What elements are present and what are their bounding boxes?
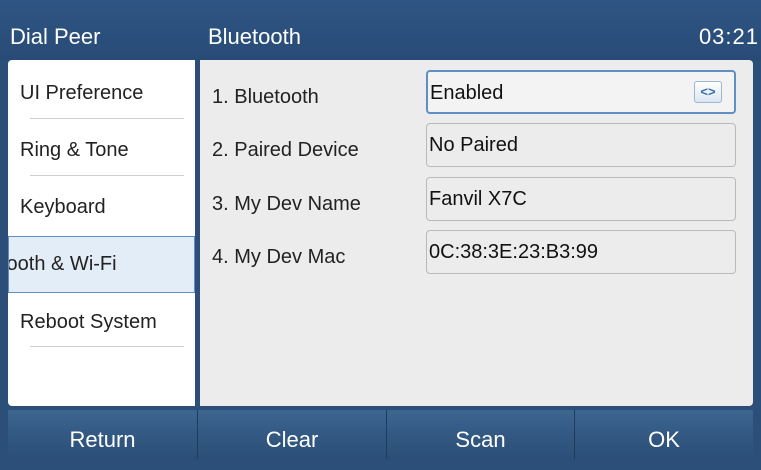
sidebar-item-label: Ring & Tone (20, 139, 129, 161)
my-dev-name-label: 3. My Dev Name (212, 193, 361, 215)
return-button[interactable]: Return (8, 410, 197, 459)
my-dev-name-value: Fanvil X7C (429, 188, 527, 210)
clock: 03:21 (698, 24, 759, 49)
bluetooth-selector[interactable]: Enabled <> (426, 70, 736, 114)
bluetooth-value: Enabled (430, 82, 504, 104)
sidebar-item-keyboard[interactable]: Keyboard (8, 180, 195, 236)
sidebar-item-label: Reboot System (20, 311, 157, 333)
my-dev-mac-value: 0C:38:3E:23:B3:99 (429, 241, 599, 263)
sidebar-item-ring-tone[interactable]: Ring & Tone (8, 123, 195, 179)
scan-button[interactable]: Scan (386, 410, 574, 459)
title-bar: Dial Peer Bluetooth 03:21 (0, 0, 761, 60)
sidebar-item-label: tooth & Wi-Fi (8, 253, 117, 275)
sidebar-item-label: Keyboard (20, 196, 106, 218)
sidebar-item-bluetooth-wifi[interactable]: tooth & Wi-Fi (8, 236, 195, 293)
previous-menu-title: Dial Peer (10, 24, 101, 49)
divider (30, 175, 184, 176)
sidebar-item-reboot-system[interactable]: Reboot System (8, 295, 195, 351)
divider (30, 346, 184, 347)
softkey-bar: Return Clear Scan OK (0, 410, 761, 459)
sidebar-item-label: UI Preference (20, 82, 144, 104)
clear-button[interactable]: Clear (197, 410, 386, 459)
page-title: Bluetooth (208, 24, 301, 49)
sidebar-item-ui-preference[interactable]: UI Preference (8, 66, 195, 122)
paired-device-field[interactable]: No Paired (426, 123, 736, 167)
my-dev-name-field[interactable]: Fanvil X7C (426, 177, 736, 221)
my-dev-mac-field[interactable]: 0C:38:3E:23:B3:99 (426, 230, 736, 274)
paired-device-value: No Paired (429, 134, 518, 156)
bluetooth-settings-panel: 1. Bluetooth Enabled <> 2. Paired Device… (200, 60, 753, 406)
divider (30, 118, 184, 119)
ok-button[interactable]: OK (574, 410, 753, 459)
bluetooth-label: 1. Bluetooth (212, 86, 319, 108)
my-dev-mac-label: 4. My Dev Mac (212, 246, 346, 268)
settings-sidebar: UI Preference Ring & Tone Keyboard tooth… (8, 60, 195, 406)
paired-device-label: 2. Paired Device (212, 139, 359, 161)
left-right-arrows-icon[interactable]: <> (694, 81, 722, 103)
